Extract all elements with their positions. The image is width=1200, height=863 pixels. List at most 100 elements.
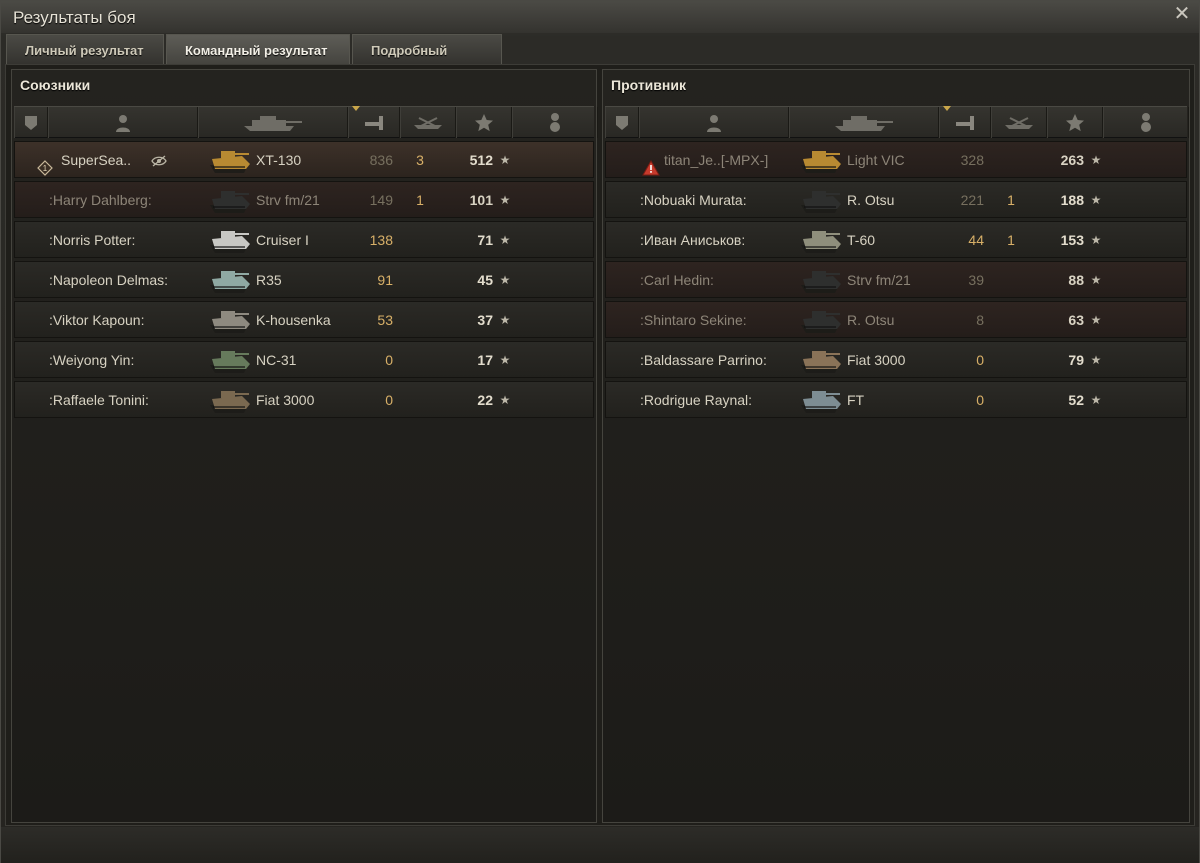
xp-star-icon: ★: [1090, 273, 1102, 287]
xp-star-icon: ★: [1090, 233, 1102, 247]
player-row[interactable]: titan_Je..[-MPX-] Light VIC 328 263 ★: [605, 141, 1187, 178]
team-killer-warning-icon: [642, 153, 660, 176]
kills-value: 1: [416, 192, 424, 208]
allies-header-row: [14, 106, 598, 138]
allies-rows: SuperSea.. 1 XT-130 836 3 512 ★:Harry Dahlberg…: [14, 141, 594, 421]
player-name[interactable]: :Rodrigue Raynal:: [640, 382, 800, 419]
tab-team-result[interactable]: Командный результат: [166, 34, 350, 64]
column-header-damage[interactable]: [939, 106, 991, 138]
player-row[interactable]: :Shintaro Sekine: R. Otsu 8 63 ★: [605, 301, 1187, 338]
enemies-header-row: [605, 106, 1189, 138]
player-row[interactable]: :Harry Dahlberg: Strv fm/21 149 1 101 ★: [14, 181, 594, 218]
tank-image-icon: [798, 385, 844, 417]
player-name[interactable]: :Shintaro Sekine:: [640, 302, 800, 339]
column-header-damage[interactable]: [348, 106, 400, 138]
allies-title: Союзники: [20, 77, 91, 93]
player-row[interactable]: :Norris Potter: Cruiser I 138 71 ★: [14, 221, 594, 258]
xp-star-icon: ★: [499, 273, 511, 287]
damage-value: 149: [369, 192, 393, 208]
column-header-medal[interactable]: [512, 107, 598, 138]
tank-name: R. Otsu: [847, 312, 895, 328]
column-header-player[interactable]: [639, 107, 789, 138]
column-header-tank[interactable]: [198, 107, 348, 138]
tank-name: Light VIC: [847, 152, 905, 168]
column-header-platoon[interactable]: [14, 107, 48, 138]
player-name[interactable]: :Иван Аниськов:: [640, 222, 800, 259]
xp-value: 512: [469, 152, 493, 168]
player-row[interactable]: :Carl Hedin: Strv fm/21 39 88 ★: [605, 261, 1187, 298]
battle-results-window: Результаты боя ✕ Личный результат Команд…: [0, 0, 1200, 863]
player-row[interactable]: :Raffaele Tonini: Fiat 3000 0 22 ★: [14, 381, 594, 418]
damage-value: 44: [968, 232, 984, 248]
player-name[interactable]: :Carl Hedin:: [640, 262, 800, 299]
player-name[interactable]: :Harry Dahlberg:: [49, 182, 209, 219]
column-header-medal[interactable]: [1103, 107, 1189, 138]
kills-value: [410, 222, 430, 259]
damage-value: 0: [976, 352, 984, 368]
tank-image-icon: [207, 345, 253, 377]
column-header-xp-star[interactable]: [1047, 107, 1103, 138]
xp-value: 153: [1060, 232, 1084, 248]
kills-value: [1001, 142, 1021, 179]
platoon-diamond-icon: 1: [37, 153, 53, 176]
damage-value: 138: [369, 232, 393, 248]
player-row[interactable]: :Napoleon Delmas: R35 91 45 ★: [14, 261, 594, 298]
player-row[interactable]: :Weiyong Yin: NC-31 0 17 ★: [14, 341, 594, 378]
xp-value: 71: [477, 232, 493, 248]
kills-value: [410, 382, 430, 419]
player-name[interactable]: :Nobuaki Murata:: [640, 182, 800, 219]
column-header-player[interactable]: [48, 107, 198, 138]
player-name[interactable]: :Norris Potter:: [49, 222, 209, 259]
column-header-platoon[interactable]: [605, 107, 639, 138]
player-row[interactable]: :Viktor Kapoun: K-housenka 53 37 ★: [14, 301, 594, 338]
kills-value: [410, 262, 430, 299]
player-row[interactable]: :Baldassare Parrino: Fiat 3000 0 79 ★: [605, 341, 1187, 378]
tank-name: Fiat 3000: [847, 352, 906, 368]
tank-image-icon: [798, 145, 844, 177]
tank-image-icon: [207, 185, 253, 217]
column-header-tank[interactable]: [789, 107, 939, 138]
xp-value: 88: [1068, 272, 1084, 288]
player-name[interactable]: :Weiyong Yin:: [49, 342, 209, 379]
close-icon[interactable]: ✕: [1171, 3, 1193, 25]
damage-value: 53: [377, 312, 393, 328]
player-row[interactable]: SuperSea.. 1 XT-130 836 3 512 ★: [14, 141, 594, 178]
enemies-title: Противник: [611, 77, 686, 93]
player-row[interactable]: :Rodrigue Raynal: FT 0 52 ★: [605, 381, 1187, 418]
tank-name: XT-130: [256, 152, 302, 168]
window-footer: [1, 827, 1199, 863]
kills-value: [410, 302, 430, 339]
player-name[interactable]: SuperSea..: [61, 142, 151, 179]
sort-arrow-icon: [943, 106, 951, 111]
kills-value: [1001, 302, 1021, 339]
tank-image-icon: [207, 385, 253, 417]
tab-detailed-report[interactable]: Подробный отчёт: [352, 34, 502, 89]
tank-name: NC-31: [256, 352, 297, 368]
player-name[interactable]: :Viktor Kapoun:: [49, 302, 209, 339]
player-row[interactable]: :Nobuaki Murata: R. Otsu 221 1 188 ★: [605, 181, 1187, 218]
xp-star-icon: ★: [1090, 153, 1102, 167]
player-name[interactable]: :Raffaele Tonini:: [49, 382, 209, 419]
column-header-kills[interactable]: [400, 107, 456, 138]
xp-value: 79: [1068, 352, 1084, 368]
window-title: Результаты боя: [13, 8, 136, 27]
player-row[interactable]: :Иван Аниськов: T-60 44 1 153 ★: [605, 221, 1187, 258]
kills-value: 3: [416, 152, 424, 168]
xp-value: 263: [1060, 152, 1084, 168]
kills-value: [1001, 342, 1021, 379]
tank-name: FT: [847, 392, 865, 408]
tank-image-icon: [798, 185, 844, 217]
xp-star-icon: ★: [499, 193, 511, 207]
player-name[interactable]: :Baldassare Parrino:: [640, 342, 800, 379]
tank-image-icon: [207, 225, 253, 257]
player-name[interactable]: :Napoleon Delmas:: [49, 262, 209, 299]
column-header-xp-star[interactable]: [456, 107, 512, 138]
tank-name: K-housenka: [256, 312, 331, 328]
kills-value: [1001, 382, 1021, 419]
xp-star-icon: ★: [499, 393, 511, 407]
tab-personal-result[interactable]: Личный результат: [6, 34, 164, 64]
damage-value: 91: [377, 272, 393, 288]
column-header-kills[interactable]: [991, 107, 1047, 138]
xp-star-icon: ★: [1090, 313, 1102, 327]
enemies-rows: titan_Je..[-MPX-] Light VIC 328 263 ★:Nobuak…: [605, 141, 1187, 421]
